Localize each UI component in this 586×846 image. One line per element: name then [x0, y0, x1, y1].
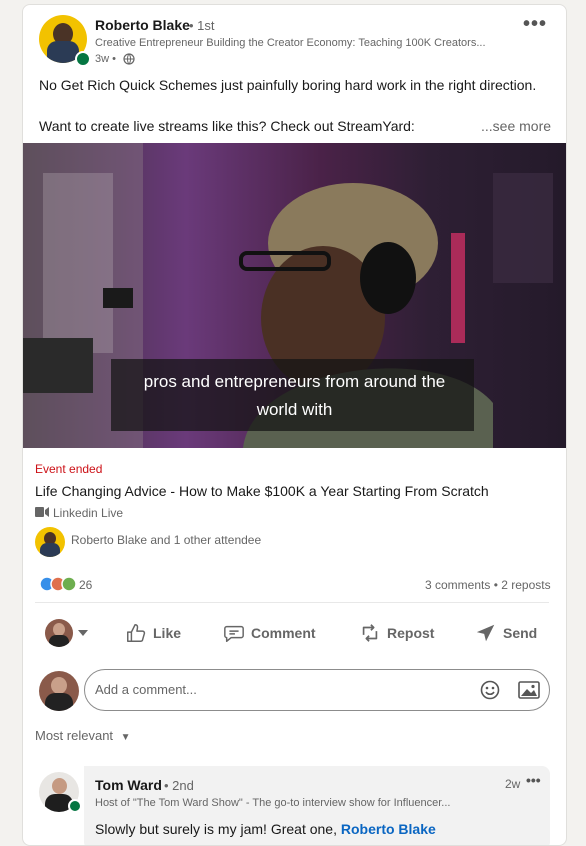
post-time: 3w •: [95, 53, 116, 65]
comment-body: Slowly but surely is my jam! Great one,: [95, 821, 337, 837]
comment-text: Slowly but surely is my jam! Great one, …: [95, 821, 436, 837]
more-options-button[interactable]: •••: [523, 13, 547, 36]
comment-label: Comment: [251, 625, 316, 641]
live-video-player[interactable]: pros and entrepreneurs from around the w…: [23, 143, 566, 448]
caption-background: [111, 359, 474, 431]
repost-label: Repost: [387, 625, 435, 641]
event-type: Linkedin Live: [53, 506, 124, 520]
author-headline: Creative Entrepreneur Building the Creat…: [95, 37, 486, 49]
comment-input[interactable]: Add a comment...: [84, 669, 550, 711]
emoji-icon[interactable]: [480, 680, 500, 700]
repost-button[interactable]: Repost: [359, 617, 434, 649]
send-icon: [476, 624, 495, 642]
attendee-avatar: [35, 527, 65, 557]
send-label: Send: [503, 625, 538, 641]
mention-link[interactable]: Roberto Blake: [341, 821, 436, 837]
chevron-down-icon: ▼: [120, 732, 131, 743]
sort-label: Most relevant: [35, 728, 114, 743]
post-text-promo: Want to create live streams like this? C…: [39, 118, 415, 134]
caption-line-2: world with: [256, 400, 333, 419]
like-button[interactable]: Like: [125, 617, 181, 649]
commenter-degree: • 2nd: [164, 778, 194, 793]
post-card: Roberto Blake • 1st Creative Entrepreneu…: [22, 4, 567, 846]
comment-more-button[interactable]: •••: [526, 772, 541, 788]
post-text: No Get Rich Quick Schemes just painfully…: [39, 77, 537, 93]
comment-icon: [224, 625, 244, 642]
comments-reposts-count[interactable]: 3 comments • 2 reposts: [425, 578, 551, 592]
comment-bubble: Tom Ward • 2nd 2w ••• Host of "The Tom W…: [84, 766, 550, 845]
thumbs-up-icon: [127, 624, 146, 642]
video-camera-icon: [35, 507, 49, 517]
online-status-icon: [68, 799, 82, 813]
see-more-link[interactable]: ...see more: [481, 118, 551, 134]
chevron-down-icon[interactable]: [77, 629, 89, 637]
comment-placeholder: Add a comment...: [95, 682, 197, 697]
commenter-name[interactable]: Tom Ward: [95, 777, 162, 793]
caption-line-1: pros and entrepreneurs from around the: [143, 372, 446, 391]
reactions-count[interactable]: 26: [79, 578, 92, 592]
comment-button[interactable]: Comment: [223, 617, 316, 649]
reaction-icons[interactable]: [39, 576, 79, 592]
event-status: Event ended: [35, 462, 103, 476]
online-status-icon: [75, 51, 91, 67]
repost-icon: [362, 624, 378, 642]
connection-degree: • 1st: [189, 18, 215, 33]
send-button[interactable]: Send: [475, 617, 537, 649]
current-user-avatar: [39, 671, 79, 711]
globe-icon: [123, 53, 135, 65]
sort-dropdown[interactable]: Most relevant ▼: [35, 728, 131, 743]
commenter-headline: Host of "The Tom Ward Show" - The go-to …: [95, 797, 451, 809]
event-title[interactable]: Life Changing Advice - How to Make $100K…: [35, 483, 489, 499]
attendees-text[interactable]: Roberto Blake and 1 other attendee: [71, 533, 261, 547]
react-as-avatar[interactable]: [45, 619, 73, 647]
image-icon[interactable]: [518, 680, 540, 700]
like-label: Like: [153, 625, 182, 641]
comment-time: 2w: [505, 777, 521, 791]
author-name[interactable]: Roberto Blake: [95, 17, 190, 33]
divider: [35, 602, 549, 603]
